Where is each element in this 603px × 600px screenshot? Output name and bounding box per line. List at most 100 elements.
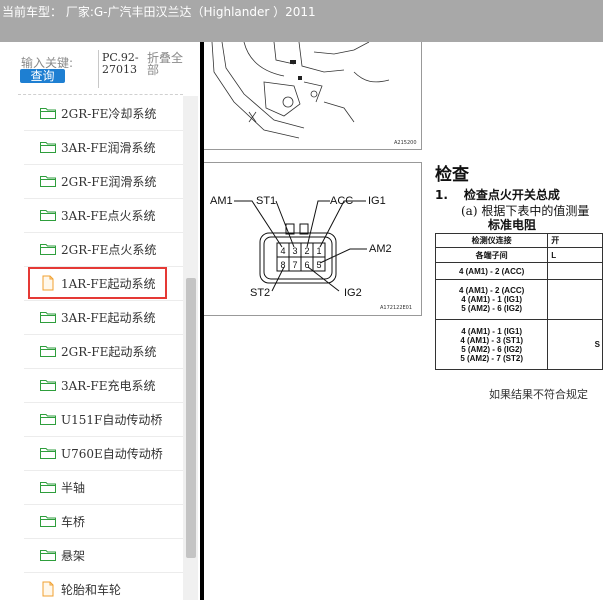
tree-item-label: 3AR-FE润滑系统 <box>61 140 156 155</box>
note-text: 如果结果不符合规定 <box>489 388 588 401</box>
tree-item[interactable]: 3AR-FE点火系统 <box>40 204 155 226</box>
tree-item-label: 车桥 <box>61 514 86 529</box>
folder-green-icon <box>40 175 56 187</box>
table-header-cell: 检测仪连接 <box>434 233 549 248</box>
tree-item[interactable]: U760E自动传动桥 <box>40 442 163 464</box>
folder-green-icon <box>40 447 56 459</box>
pin-number: 1 <box>316 246 322 256</box>
tree-item[interactable]: U151F自动传动桥 <box>40 408 162 430</box>
table-cell: 4 (AM1) - 1 (IG1) 4 (AM1) - 3 (ST1) 5 (A… <box>434 319 549 370</box>
tree-item[interactable]: 3AR-FE充电系统 <box>40 374 155 396</box>
tree-item-label: 3AR-FE点火系统 <box>61 208 156 223</box>
tree-separator <box>24 198 184 199</box>
table-row: 4 (AM1) - 2 (ACC) <box>434 262 603 280</box>
tree-item-label: 3AR-FE起动系统 <box>61 310 156 325</box>
query-button[interactable]: 查询 <box>20 69 65 83</box>
table-cell-line: 5 (AM2) - 7 (ST2) <box>460 353 523 363</box>
table-row: 4 (AM1) - 2 (ACC) 4 (AM1) - 1 (IG1) 5 (A… <box>434 279 603 320</box>
table-cell-line: 4 (AM1) - 3 (ST1) <box>460 335 523 345</box>
scrollbar-thumb[interactable] <box>186 278 196 558</box>
pin-label-ig1: IG1 <box>368 195 386 207</box>
pin-number: 5 <box>316 260 322 270</box>
tree-separator <box>24 130 184 131</box>
folder-green-icon <box>40 549 56 561</box>
folder-green-icon <box>40 311 56 323</box>
pin-label-am2: AM2 <box>369 243 392 255</box>
tree-item[interactable]: 轮胎和车轮 <box>40 578 121 600</box>
title-bar: 当前车型： 厂家:G-广汽丰田汉兰达（Highlander ）2011 <box>0 0 603 42</box>
tree-item-label: 2GR-FE起动系统 <box>61 344 157 359</box>
folder-green-icon <box>40 481 56 493</box>
component-figure: A215200 <box>204 42 422 150</box>
tree-item-label: 2GR-FE冷却系统 <box>61 106 157 121</box>
table-header-row: 检测仪连接 开 <box>434 233 603 248</box>
tree-item-label: 3AR-FE充电系统 <box>61 378 156 393</box>
document-icon <box>40 275 56 291</box>
step-heading: 1. 检查点火开关总成 <box>435 186 560 203</box>
tree-item[interactable]: 2GR-FE点火系统 <box>40 238 156 260</box>
tree-item[interactable]: 2GR-FE润滑系统 <box>40 170 156 192</box>
table-cell-line: 4 (AM1) - 1 (IG1) <box>461 295 523 304</box>
tree-item[interactable]: 车桥 <box>40 510 85 532</box>
search-input[interactable]: PC.92-27013 <box>98 50 139 88</box>
step-number: 1. <box>435 188 448 202</box>
document-viewer: A215200 AM1 ST1 ACC IG1 AM2 ST2 IG2 4 3 … <box>204 42 603 600</box>
tree-separator <box>24 402 184 403</box>
table-cell: S <box>547 319 603 370</box>
tree-separator <box>24 300 184 301</box>
tree-item-label: U151F自动传动桥 <box>61 412 163 427</box>
pin-number: 7 <box>292 260 298 270</box>
folder-green-icon <box>40 379 56 391</box>
vehicle-title: 当前车型： 厂家:G-广汽丰田汉兰达（Highlander ）2011 <box>2 5 316 19</box>
pin-number: 4 <box>280 246 286 256</box>
pin-label-acc: ACC <box>330 195 354 207</box>
table-cell-line: 4 (AM1) - 2 (ACC) <box>458 266 525 276</box>
folder-green-icon <box>40 209 56 221</box>
tree-item-label: 悬架 <box>61 548 86 563</box>
table-subheader-row: 各端子间 L <box>434 247 603 263</box>
tree-item[interactable]: 2GR-FE冷却系统 <box>40 102 156 124</box>
divider <box>18 94 183 95</box>
table-cell <box>547 262 603 280</box>
table-header-cell: L <box>547 247 603 263</box>
tree-item[interactable]: 半轴 <box>40 476 85 498</box>
connector-drawing <box>234 200 367 292</box>
document-icon <box>40 581 56 597</box>
folder-green-icon <box>40 107 56 119</box>
tree-item-label: 2GR-FE润滑系统 <box>61 174 157 189</box>
tree-item-label: 轮胎和车轮 <box>61 582 122 597</box>
tree-separator <box>24 572 184 573</box>
table-cell: 4 (AM1) - 2 (ACC) <box>434 262 549 280</box>
tree-item[interactable]: 3AR-FE润滑系统 <box>40 136 155 158</box>
tree-item[interactable]: 3AR-FE起动系统 <box>40 306 155 328</box>
table-header-cell: 开 <box>547 233 603 248</box>
pin-number: 2 <box>304 246 310 256</box>
tree-item-label: U760E自动传动桥 <box>61 446 163 461</box>
tree-separator <box>24 538 184 539</box>
pin-label-st2: ST2 <box>250 287 271 299</box>
table-cell-line: 4 (AM1) - 2 (ACC) <box>458 286 525 295</box>
table-cell <box>547 279 603 320</box>
table-row: 4 (AM1) - 1 (IG1) 4 (AM1) - 3 (ST1) 5 (A… <box>434 319 603 370</box>
folder-green-icon <box>40 515 56 527</box>
pin-number: 3 <box>292 246 298 256</box>
figure-code: A215200 <box>394 140 417 146</box>
table-cell-line: 4 (AM1) - 1 (IG1) <box>461 326 523 336</box>
connector-figure: AM1 ST1 ACC IG1 AM2 ST2 IG2 4 3 2 1 8 7 … <box>204 162 422 316</box>
pin-label-am1: AM1 <box>210 195 233 207</box>
tree-separator <box>24 504 184 505</box>
tree-item-label: 半轴 <box>61 480 86 495</box>
tree-item[interactable]: 1AR-FE起动系统 <box>28 267 168 299</box>
folder-green-icon <box>40 243 56 255</box>
tree-item[interactable]: 悬架 <box>40 544 85 566</box>
tree-separator <box>24 436 184 437</box>
step-title: 检查点火开关总成 <box>463 188 560 202</box>
standard-resistance-label: 标准电阻 <box>488 218 537 232</box>
pin-label-ig2: IG2 <box>344 287 362 299</box>
tree-item-label: 1AR-FE起动系统 <box>61 276 156 291</box>
tree-item[interactable]: 2GR-FE起动系统 <box>40 340 156 362</box>
table-header-cell: 各端子间 <box>434 247 549 263</box>
collapse-all-button[interactable]: 折叠全部 <box>147 52 185 76</box>
figure-code: A172122E01 <box>380 305 413 311</box>
table-cell: 4 (AM1) - 2 (ACC) 4 (AM1) - 1 (IG1) 5 (A… <box>434 279 549 320</box>
